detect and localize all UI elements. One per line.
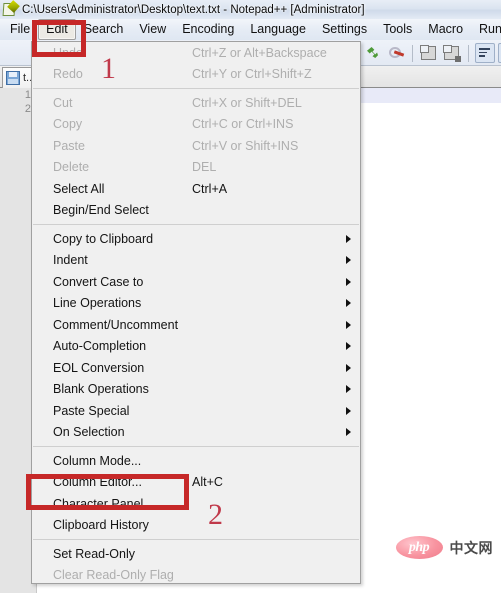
php-logo-icon: php: [395, 536, 443, 559]
menu-item-label: Clear Read-Only Flag: [53, 568, 174, 583]
menu-item-label: Set Read-Only: [53, 546, 135, 561]
menu-item-set-read-only[interactable]: Set Read-Only: [32, 543, 360, 565]
menu-item-shortcut: DEL: [192, 160, 217, 175]
menu-item-label: Clipboard History: [53, 518, 149, 533]
chevron-right-icon: [346, 234, 351, 243]
menu-item-label: Copy to Clipboard: [53, 231, 154, 246]
menu-item-begin-end-select[interactable]: Begin/End Select: [32, 200, 360, 222]
menu-item-shortcut: Ctrl+Z or Alt+Backspace: [192, 45, 327, 60]
menu-item-shortcut: Ctrl+A: [192, 181, 228, 196]
menu-separator: [33, 224, 359, 225]
menu-item-copy-to-clipboard[interactable]: Copy to Clipboard: [32, 228, 360, 250]
menu-item-redo[interactable]: Redo Ctrl+Y or Ctrl+Shift+Z: [32, 64, 360, 86]
chevron-right-icon: [346, 320, 351, 329]
menubar-item-settings[interactable]: Settings: [314, 19, 375, 40]
toolbar-divider: [412, 44, 413, 62]
menu-item-blank-operations[interactable]: Blank Operations: [32, 379, 360, 401]
menubar-item-language[interactable]: Language: [242, 19, 314, 40]
menu-item-label: Blank Operations: [53, 382, 149, 397]
annotation-box-character-panel: [26, 474, 189, 510]
menu-item-shortcut: Ctrl+Y or Ctrl+Shift+Z: [192, 67, 312, 82]
menu-item-paste-special[interactable]: Paste Special: [32, 400, 360, 422]
menubar-item-encoding[interactable]: Encoding: [174, 19, 242, 40]
menu-item-label: Paste: [53, 138, 85, 153]
save-file-icon: [6, 71, 20, 85]
menu-item-comment-uncomment[interactable]: Comment/Uncomment: [32, 314, 360, 336]
menu-item-column-mode[interactable]: Column Mode...: [32, 450, 360, 472]
menu-item-label: On Selection: [53, 425, 125, 440]
chevron-right-icon: [346, 363, 351, 372]
chevron-right-icon: [346, 428, 351, 437]
menu-item-label: Comment/Uncomment: [53, 317, 179, 332]
watermark: php 中文网: [395, 536, 494, 559]
menu-item-cut[interactable]: Cut Ctrl+X or Shift+DEL: [32, 92, 360, 114]
plugin-manager-icon[interactable]: [363, 43, 383, 63]
annotation-number-1: 1: [101, 52, 116, 85]
menu-item-copy[interactable]: Copy Ctrl+C or Ctrl+INS: [32, 114, 360, 136]
menubar-item-view[interactable]: View: [131, 19, 174, 40]
menu-item-indent[interactable]: Indent: [32, 250, 360, 272]
chevron-right-icon: [346, 406, 351, 415]
chevron-right-icon: [346, 277, 351, 286]
menu-item-label: Copy: [53, 117, 83, 132]
window-title: C:\Users\Administrator\Desktop\text.txt …: [22, 3, 365, 16]
menu-item-select-all[interactable]: Select All Ctrl+A: [32, 178, 360, 200]
menu-item-clipboard-history[interactable]: Clipboard History: [32, 515, 360, 537]
menu-item-label: Line Operations: [53, 296, 142, 311]
chevron-right-icon: [346, 299, 351, 308]
menu-item-label: Cut: [53, 95, 73, 110]
macro-stop-icon[interactable]: [386, 43, 406, 63]
menu-item-label: Select All: [53, 181, 105, 196]
menu-item-label: EOL Conversion: [53, 360, 145, 375]
toolbar-divider: [468, 44, 469, 62]
menu-item-eol-conversion[interactable]: EOL Conversion: [32, 357, 360, 379]
menu-item-label: Indent: [53, 253, 88, 268]
menubar-item-macro[interactable]: Macro: [420, 19, 471, 40]
menu-separator: [33, 88, 359, 89]
menu-separator: [33, 446, 359, 447]
menu-item-delete[interactable]: Delete DEL: [32, 157, 360, 179]
watermark-site-text: 中文网: [449, 539, 493, 556]
chevron-right-icon: [346, 342, 351, 351]
menu-item-label: Begin/End Select: [53, 203, 149, 218]
annotation-number-2: 2: [208, 498, 223, 531]
menubar-item-run[interactable]: Run: [471, 19, 501, 40]
menu-item-shortcut: Alt+C: [192, 475, 223, 490]
menu-item-on-selection[interactable]: On Selection: [32, 422, 360, 444]
menu-separator: [33, 539, 359, 540]
title-bar: C:\Users\Administrator\Desktop\text.txt …: [0, 0, 501, 19]
menu-item-shortcut: Ctrl+C or Ctrl+INS: [192, 117, 294, 132]
menu-item-line-operations[interactable]: Line Operations: [32, 293, 360, 315]
notepad-plus-plus-icon: [2, 0, 20, 17]
menu-item-shortcut: Ctrl+V or Shift+INS: [192, 138, 299, 153]
chevron-right-icon: [346, 256, 351, 265]
menu-item-label: Auto-Completion: [53, 339, 147, 354]
menu-item-label: Delete: [53, 160, 90, 175]
word-wrap-icon[interactable]: [475, 43, 495, 63]
notepadpp-window: C:\Users\Administrator\Desktop\text.txt …: [0, 0, 501, 593]
menubar-item-tools[interactable]: Tools: [375, 19, 420, 40]
php-logo-text: php: [408, 539, 430, 555]
menu-item-label: Convert Case to: [53, 274, 144, 289]
menu-item-clear-read-only-flag[interactable]: Clear Read-Only Flag: [32, 565, 360, 587]
menu-item-label: Column Mode...: [53, 453, 142, 468]
chevron-right-icon: [346, 385, 351, 394]
menu-item-label: Redo: [53, 67, 83, 82]
menu-item-auto-completion[interactable]: Auto-Completion: [32, 336, 360, 358]
menu-item-shortcut: Ctrl+X or Shift+DEL: [192, 95, 302, 110]
window-lock-icon[interactable]: [442, 43, 462, 63]
window-duplicate-icon[interactable]: [419, 43, 439, 63]
menu-item-convert-case-to[interactable]: Convert Case to: [32, 271, 360, 293]
menu-item-label: Paste Special: [53, 403, 130, 418]
menu-item-paste[interactable]: Paste Ctrl+V or Shift+INS: [32, 135, 360, 157]
annotation-box-edit-menu: [32, 20, 86, 57]
